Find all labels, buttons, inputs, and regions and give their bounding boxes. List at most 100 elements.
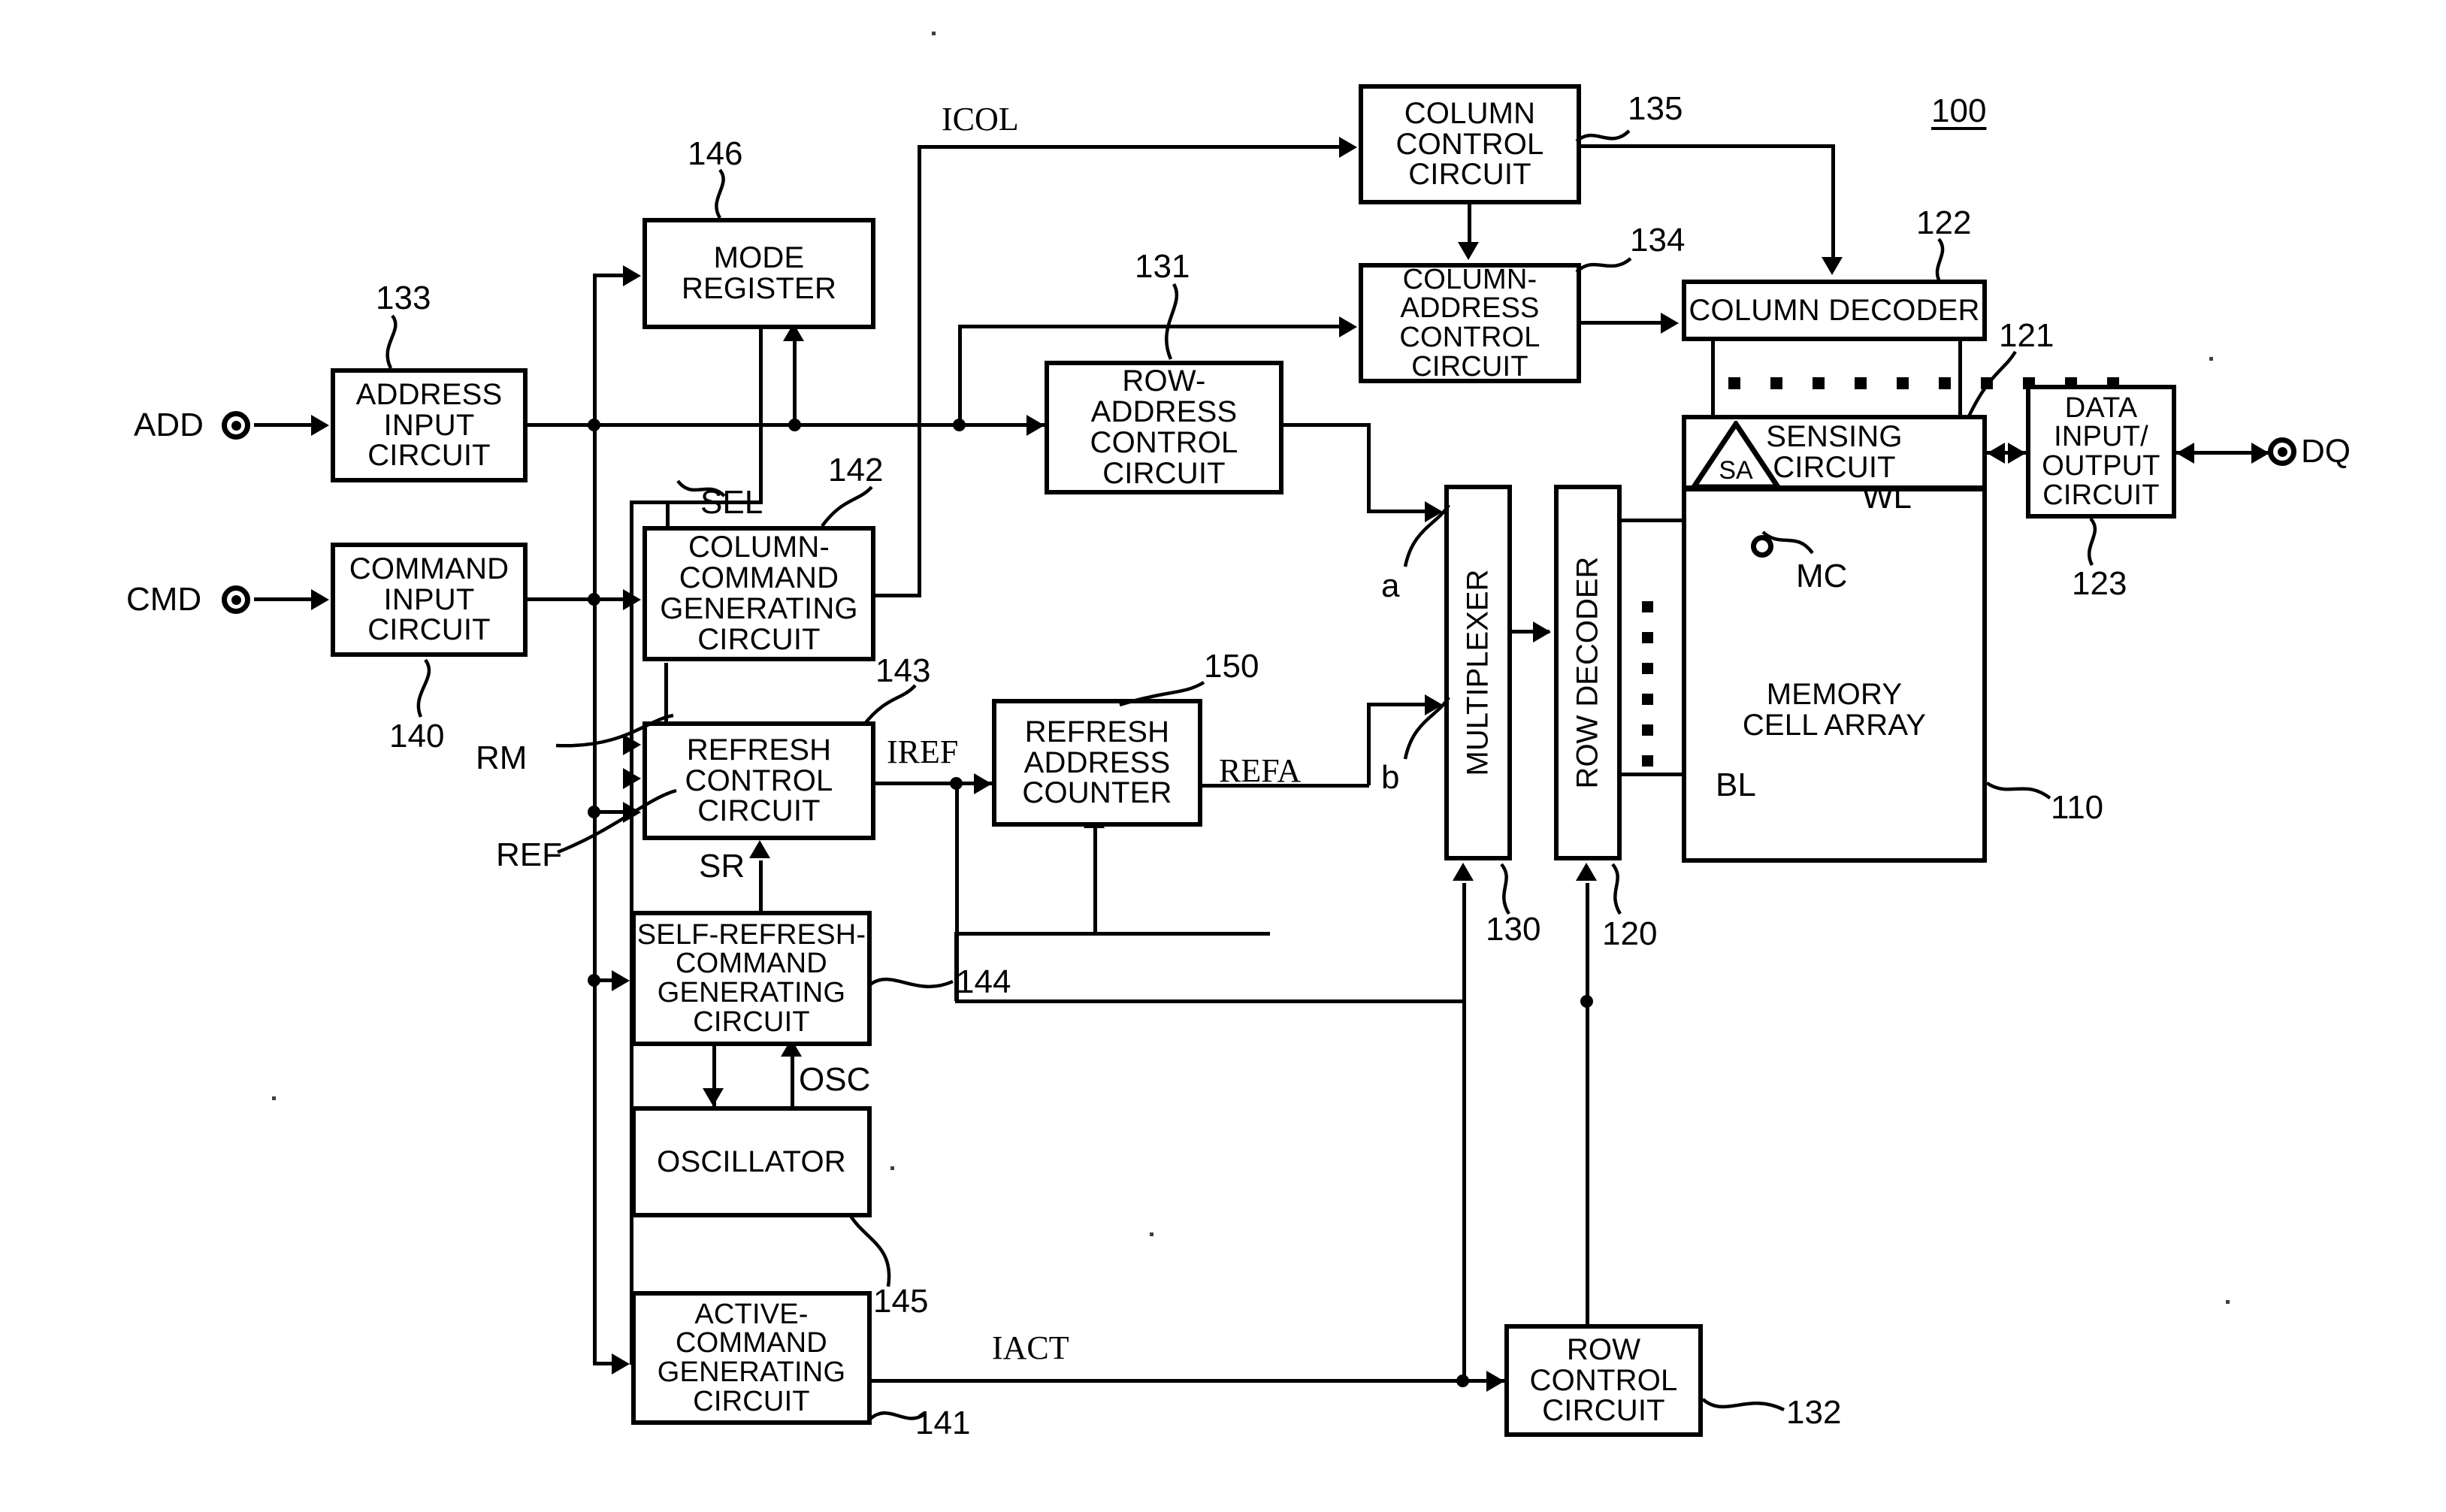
block-label: ACTIVE- COMMAND GENERATING CIRCUIT bbox=[657, 1298, 846, 1417]
block-row-address-control-circuit: ROW- ADDRESS CONTROL CIRCUIT bbox=[1045, 361, 1283, 494]
block-label: MEMORY CELL ARRAY bbox=[1742, 678, 1927, 742]
wire-coladdrctrl-to-coldecoder bbox=[1581, 321, 1662, 325]
ref-numeral-110: 110 bbox=[2051, 789, 2104, 826]
leader-line-134 bbox=[1575, 257, 1632, 274]
arrow-mode-register-in bbox=[623, 265, 641, 286]
arrow-col-addr-ctrl-in bbox=[1339, 316, 1357, 337]
block-label: ROW- ADDRESS CONTROL CIRCUIT bbox=[1090, 364, 1238, 490]
junction-command-selfrefresh bbox=[588, 974, 600, 987]
arrow-column-decoder-in-top bbox=[1822, 257, 1843, 275]
wire-iref-mux-riser bbox=[1462, 883, 1466, 1002]
row-decoder-wordline-ellipsis bbox=[1642, 601, 1653, 767]
ref-numeral-123: 123 bbox=[2072, 565, 2127, 602]
block-label: MODE REGISTER bbox=[681, 241, 837, 305]
ref-numeral-146: 146 bbox=[688, 135, 743, 172]
block-label: SENSING CIRCUIT bbox=[1766, 420, 1903, 484]
block-column-decoder: COLUMN DECODER bbox=[1682, 280, 1987, 341]
ref-numeral-144: 144 bbox=[956, 963, 1011, 1000]
wire-rowaddr-out bbox=[1283, 423, 1371, 427]
leader-line-143 bbox=[863, 684, 917, 726]
leader-line-120 bbox=[1611, 863, 1622, 915]
arrow-row-control-in bbox=[1486, 1371, 1504, 1392]
wire-colctrl-down-to-decoder bbox=[1831, 144, 1835, 259]
leader-line-135 bbox=[1575, 129, 1631, 143]
signal-label-wl: WL bbox=[1862, 479, 1912, 516]
arrow-column-decoder-in-left bbox=[1661, 313, 1679, 334]
leader-line-ref bbox=[557, 788, 677, 854]
arrow-dq-in bbox=[2176, 443, 2194, 464]
block-label: DATA INPUT/ OUTPUT CIRCUIT bbox=[2042, 392, 2160, 511]
leader-line-122 bbox=[1935, 237, 1945, 284]
scan-speck bbox=[890, 1166, 894, 1170]
wire-coldecoder-to-sense-left bbox=[1711, 341, 1715, 416]
signal-label-ref: REF bbox=[496, 836, 562, 873]
junction-iref bbox=[950, 777, 963, 790]
terminal-pad-cmd[interactable] bbox=[222, 585, 250, 614]
ref-numeral-120: 120 bbox=[1602, 915, 1658, 952]
terminal-pad-add[interactable] bbox=[222, 411, 250, 440]
block-label: SELF-REFRESH- COMMAND GENERATING CIRCUIT bbox=[636, 918, 866, 1038]
wire-rm-mode-register-down bbox=[759, 329, 763, 503]
ref-numeral-140: 140 bbox=[389, 718, 445, 754]
ref-numeral-133: 133 bbox=[376, 280, 431, 316]
wire-refa-riser bbox=[1367, 703, 1371, 785]
block-refresh-address-counter: REFRESH ADDRESS COUNTER bbox=[992, 699, 1202, 827]
signal-label-osc: OSC bbox=[799, 1061, 871, 1098]
arrow-refresh-ctrl-in-2 bbox=[623, 768, 641, 789]
block-mode-register: MODE REGISTER bbox=[642, 218, 875, 329]
patent-figure-canvas: ADDRESS INPUT CIRCUIT COMMAND INPUT CIRC… bbox=[0, 0, 2446, 1512]
leader-line-145 bbox=[849, 1214, 891, 1287]
wire-colcmd-out bbox=[875, 594, 921, 597]
block-column-control-circuit: COLUMN CONTROL CIRCUIT bbox=[1359, 84, 1581, 204]
junction-iact-rowdec bbox=[1580, 995, 1593, 1008]
signal-label-rm: RM bbox=[476, 739, 528, 776]
ref-numeral-100: 100 bbox=[1931, 92, 1987, 129]
wire-selfrefresh-counter-feedback-riser bbox=[1093, 827, 1097, 933]
leader-line-140 bbox=[416, 658, 431, 718]
wire-rowdec-riser-upper bbox=[1586, 883, 1589, 1003]
block-memory-cell-array: MEMORY CELL ARRAY bbox=[1682, 487, 1987, 863]
block-label: COLUMN- ADDRESS CONTROL CIRCUIT bbox=[1399, 263, 1540, 383]
ref-numeral-132: 132 bbox=[1786, 1394, 1842, 1431]
arrow-add-in bbox=[311, 415, 329, 436]
block-command-input-circuit: COMMAND INPUT CIRCUIT bbox=[331, 543, 528, 657]
arrow-address-to-row-addr-ctrl bbox=[1026, 415, 1045, 436]
block-data-input-output-circuit: DATA INPUT/ OUTPUT CIRCUIT bbox=[2026, 385, 2176, 519]
leader-line-142 bbox=[821, 485, 873, 528]
wire-add-to-address-input bbox=[254, 423, 313, 427]
junction-address-bus bbox=[588, 419, 600, 431]
ref-numeral-141: 141 bbox=[915, 1405, 971, 1441]
ref-numeral-150: 150 bbox=[1204, 648, 1259, 685]
leader-line-132 bbox=[1701, 1398, 1785, 1412]
arrow-refresh-addr-counter-in bbox=[974, 773, 992, 794]
block-label: COLUMN DECODER bbox=[1689, 293, 1980, 327]
junction-command-bus bbox=[588, 593, 600, 606]
wire-colctrl-to-coladdrctrl bbox=[1468, 204, 1471, 243]
junction-mode-feedback bbox=[788, 419, 801, 431]
wire-selfrefresh-counter-feedback bbox=[954, 932, 1270, 936]
wire-sr bbox=[759, 860, 763, 913]
signal-label-mc: MC bbox=[1796, 558, 1848, 594]
junction-address-bus-right bbox=[953, 419, 966, 431]
block-row-control-circuit: ROW CONTROL CIRCUIT bbox=[1504, 1324, 1703, 1437]
wire-iact bbox=[872, 1379, 1507, 1383]
ref-numeral-122: 122 bbox=[1916, 204, 1972, 241]
wire-row-control-up bbox=[1586, 1278, 1589, 1326]
terminal-label-cmd: CMD bbox=[126, 581, 202, 618]
leader-line-133 bbox=[385, 314, 398, 370]
block-label: COLUMN- COMMAND GENERATING CIRCUIT bbox=[660, 531, 858, 656]
ref-numeral-135: 135 bbox=[1628, 90, 1683, 127]
leader-line-146 bbox=[715, 168, 725, 219]
ref-numeral-130: 130 bbox=[1486, 911, 1541, 948]
wire-address-to-col-addr-vert bbox=[958, 325, 962, 425]
leader-line-130 bbox=[1500, 863, 1510, 915]
sense-amplifier-label: SA bbox=[1719, 456, 1753, 485]
arrow-dataio-in bbox=[2008, 443, 2026, 464]
wire-mode-register-feedback bbox=[793, 331, 797, 424]
terminal-pad-dq[interactable] bbox=[2268, 437, 2296, 466]
signal-label-iref: IREF bbox=[887, 733, 959, 770]
block-self-refresh-command-generating-circuit: SELF-REFRESH- COMMAND GENERATING CIRCUIT bbox=[631, 911, 872, 1046]
arrow-dq-out bbox=[2251, 443, 2269, 464]
block-column-command-generating-circuit: COLUMN- COMMAND GENERATING CIRCUIT bbox=[642, 526, 875, 661]
junction-iact bbox=[1456, 1374, 1469, 1387]
